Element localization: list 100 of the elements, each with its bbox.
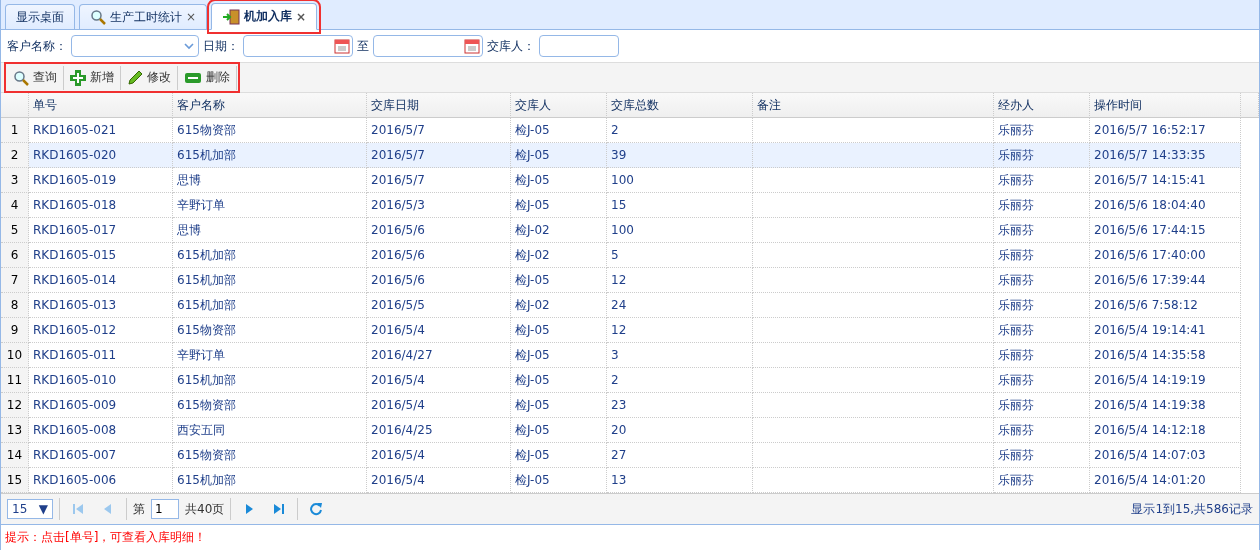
table-cell: 615机加部 bbox=[173, 268, 367, 293]
table-cell: 乐丽芬 bbox=[994, 443, 1090, 468]
table-cell: 检J-05 bbox=[511, 443, 607, 468]
table-cell: 2 bbox=[607, 368, 753, 393]
table-cell: 2016/5/6 bbox=[367, 218, 511, 243]
order-link[interactable]: RKD1605-007 bbox=[29, 443, 173, 468]
close-icon[interactable]: × bbox=[186, 10, 197, 24]
row-number: 6 bbox=[1, 243, 29, 268]
date-field[interactable] bbox=[373, 35, 483, 57]
table-cell: 2016/5/7 16:52:17 bbox=[1090, 118, 1241, 143]
row-number: 2 bbox=[1, 143, 29, 168]
column-header[interactable]: 交库总数 bbox=[607, 93, 753, 118]
table-cell: 检J-05 bbox=[511, 468, 607, 493]
table-cell: 乐丽芬 bbox=[994, 118, 1090, 143]
table-cell: 2016/5/7 bbox=[367, 143, 511, 168]
order-link[interactable]: RKD1605-010 bbox=[29, 368, 173, 393]
pencil-icon bbox=[127, 69, 143, 86]
table-cell: 检J-05 bbox=[511, 318, 607, 343]
filter-label: 客户名称： bbox=[7, 37, 67, 55]
row-number: 11 bbox=[1, 368, 29, 393]
order-link[interactable]: RKD1605-009 bbox=[29, 393, 173, 418]
table-cell: 思博 bbox=[173, 218, 367, 243]
table-cell: 24 bbox=[607, 293, 753, 318]
table-cell: 2016/5/3 bbox=[367, 193, 511, 218]
order-link[interactable]: RKD1605-017 bbox=[29, 218, 173, 243]
filter-label: 日期： bbox=[203, 37, 239, 55]
column-header[interactable]: 经办人 bbox=[994, 93, 1090, 118]
date-field[interactable] bbox=[243, 35, 353, 57]
table-cell: 615机加部 bbox=[173, 368, 367, 393]
table-cell: 27 bbox=[607, 443, 753, 468]
order-link[interactable]: RKD1605-021 bbox=[29, 118, 173, 143]
table-cell: 12 bbox=[607, 318, 753, 343]
table-cell: 检J-05 bbox=[511, 268, 607, 293]
toolbar-button[interactable]: 删除 bbox=[178, 65, 237, 90]
table-cell: 检J-05 bbox=[511, 143, 607, 168]
table-cell: 615机加部 bbox=[173, 293, 367, 318]
order-link[interactable]: RKD1605-018 bbox=[29, 193, 173, 218]
order-link[interactable]: RKD1605-014 bbox=[29, 268, 173, 293]
header-cell bbox=[1241, 93, 1259, 118]
column-header[interactable]: 操作时间 bbox=[1090, 93, 1241, 118]
table-cell: 2016/5/4 bbox=[367, 468, 511, 493]
table-cell: 39 bbox=[607, 143, 753, 168]
row-number: 8 bbox=[1, 293, 29, 318]
filter-label: 交库人： bbox=[487, 37, 535, 55]
table-cell: 检J-05 bbox=[511, 393, 607, 418]
filter-label: 至 bbox=[357, 37, 369, 55]
column-header[interactable]: 交库人 bbox=[511, 93, 607, 118]
table-cell: 615机加部 bbox=[173, 143, 367, 168]
table-cell: 15 bbox=[607, 193, 753, 218]
table-cell: 100 bbox=[607, 168, 753, 193]
tab[interactable]: 生产工时统计 × bbox=[79, 4, 208, 29]
table-cell: 3 bbox=[607, 343, 753, 368]
table-cell: 2 bbox=[607, 118, 753, 143]
page-input[interactable]: 1 bbox=[151, 499, 179, 519]
toolbar-button[interactable]: 修改 bbox=[121, 65, 178, 90]
row-number: 9 bbox=[1, 318, 29, 343]
order-link[interactable]: RKD1605-013 bbox=[29, 293, 173, 318]
order-link[interactable]: RKD1605-011 bbox=[29, 343, 173, 368]
column-header[interactable]: 备注 bbox=[753, 93, 994, 118]
tab[interactable]: 显示桌面 bbox=[5, 4, 75, 29]
order-link[interactable]: RKD1605-006 bbox=[29, 468, 173, 493]
column-header[interactable]: 单号 bbox=[29, 93, 173, 118]
table-cell: 2016/5/4 bbox=[367, 443, 511, 468]
toolbar-button[interactable]: 新增 bbox=[64, 65, 121, 90]
table-cell: 2016/5/4 19:14:41 bbox=[1090, 318, 1241, 343]
order-link[interactable]: RKD1605-012 bbox=[29, 318, 173, 343]
table-cell: 检J-02 bbox=[511, 218, 607, 243]
table-cell: 检J-02 bbox=[511, 293, 607, 318]
row-number: 10 bbox=[1, 343, 29, 368]
table-cell: 检J-05 bbox=[511, 168, 607, 193]
table-cell: 乐丽芬 bbox=[994, 343, 1090, 368]
row-number: 13 bbox=[1, 418, 29, 443]
table-cell: 5 bbox=[607, 243, 753, 268]
input-field[interactable] bbox=[539, 35, 619, 57]
page-size-select[interactable]: 15 ▼ bbox=[7, 499, 53, 519]
calendar-icon[interactable] bbox=[464, 38, 480, 54]
order-link[interactable]: RKD1605-019 bbox=[29, 168, 173, 193]
table-cell: 检J-05 bbox=[511, 343, 607, 368]
close-icon[interactable]: × bbox=[296, 9, 307, 24]
table-cell: 辛野订单 bbox=[173, 343, 367, 368]
row-number: 12 bbox=[1, 393, 29, 418]
page-label: 第 bbox=[133, 500, 145, 518]
table-cell: 615物资部 bbox=[173, 318, 367, 343]
table-cell: 乐丽芬 bbox=[994, 368, 1090, 393]
table-cell: 2016/5/6 17:40:00 bbox=[1090, 243, 1241, 268]
row-number: 4 bbox=[1, 193, 29, 218]
record-summary: 显示1到15,共586记录 bbox=[1131, 500, 1253, 518]
table-cell: 乐丽芬 bbox=[994, 218, 1090, 243]
column-header[interactable]: 客户名称 bbox=[173, 93, 367, 118]
calendar-icon[interactable] bbox=[334, 38, 350, 54]
toolbar-button[interactable]: 查询 bbox=[7, 65, 64, 90]
table-cell: 2016/5/7 14:15:41 bbox=[1090, 168, 1241, 193]
order-link[interactable]: RKD1605-008 bbox=[29, 418, 173, 443]
table-cell: 乐丽芬 bbox=[994, 243, 1090, 268]
column-header[interactable]: 交库日期 bbox=[367, 93, 511, 118]
customer-select[interactable] bbox=[71, 35, 199, 57]
search-icon bbox=[13, 69, 29, 86]
order-link[interactable]: RKD1605-015 bbox=[29, 243, 173, 268]
table-cell: 2016/5/6 17:39:44 bbox=[1090, 268, 1241, 293]
order-link[interactable]: RKD1605-020 bbox=[29, 143, 173, 168]
